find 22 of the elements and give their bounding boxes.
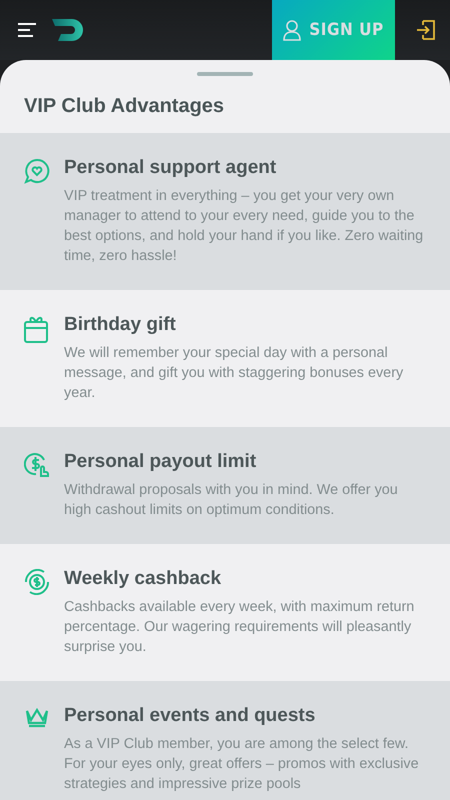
advantage-description: Withdrawal proposals with you in mind. We offer you high cashout limits on optimum conditions.: [64, 481, 399, 520]
menu-icon[interactable]: [18, 23, 36, 37]
advantage-title: Personal events and quests: [64, 705, 316, 727]
coin-arrows-icon: [24, 569, 50, 595]
advantage-description: Cashbacks available every week, with maximum return percentage. Our wagering requirements will pleasantly surprise you.: [64, 598, 416, 657]
drag-handle[interactable]: [197, 72, 253, 76]
advantage-title: Weekly cashback: [64, 568, 222, 590]
sign-up-button[interactable]: SIGN UP: [272, 0, 395, 60]
dollar-hand-icon: [24, 452, 50, 478]
chat-heart-icon: [24, 158, 50, 184]
advantage-description: VIP treatment in everything – you get your very own manager to attend to your every need, guide you to the best options, and hold your hand if you like. Zero waiting time, zero hassle!: [64, 187, 424, 266]
crown-icon: [24, 706, 50, 728]
user-icon: [283, 20, 302, 40]
advantage-description: We will remember your special day with a personal message, and gift you with staggering bonuses every year.: [64, 344, 404, 403]
advantage-title: Personal payout limit: [64, 451, 258, 473]
logo-icon[interactable]: [52, 19, 84, 41]
advantage-title: Personal support agent: [64, 157, 278, 179]
advantage-title: Birthday gift: [64, 314, 177, 336]
sheet-title: VIP Club Advantages: [23, 94, 226, 119]
login-icon[interactable]: [417, 20, 435, 40]
advantage-description: As a VIP Club member, you are among the select few. For your eyes only, great offers – promos with exclusive strategies and impressive prize pools: [64, 735, 420, 794]
gift-icon: [24, 315, 48, 343]
